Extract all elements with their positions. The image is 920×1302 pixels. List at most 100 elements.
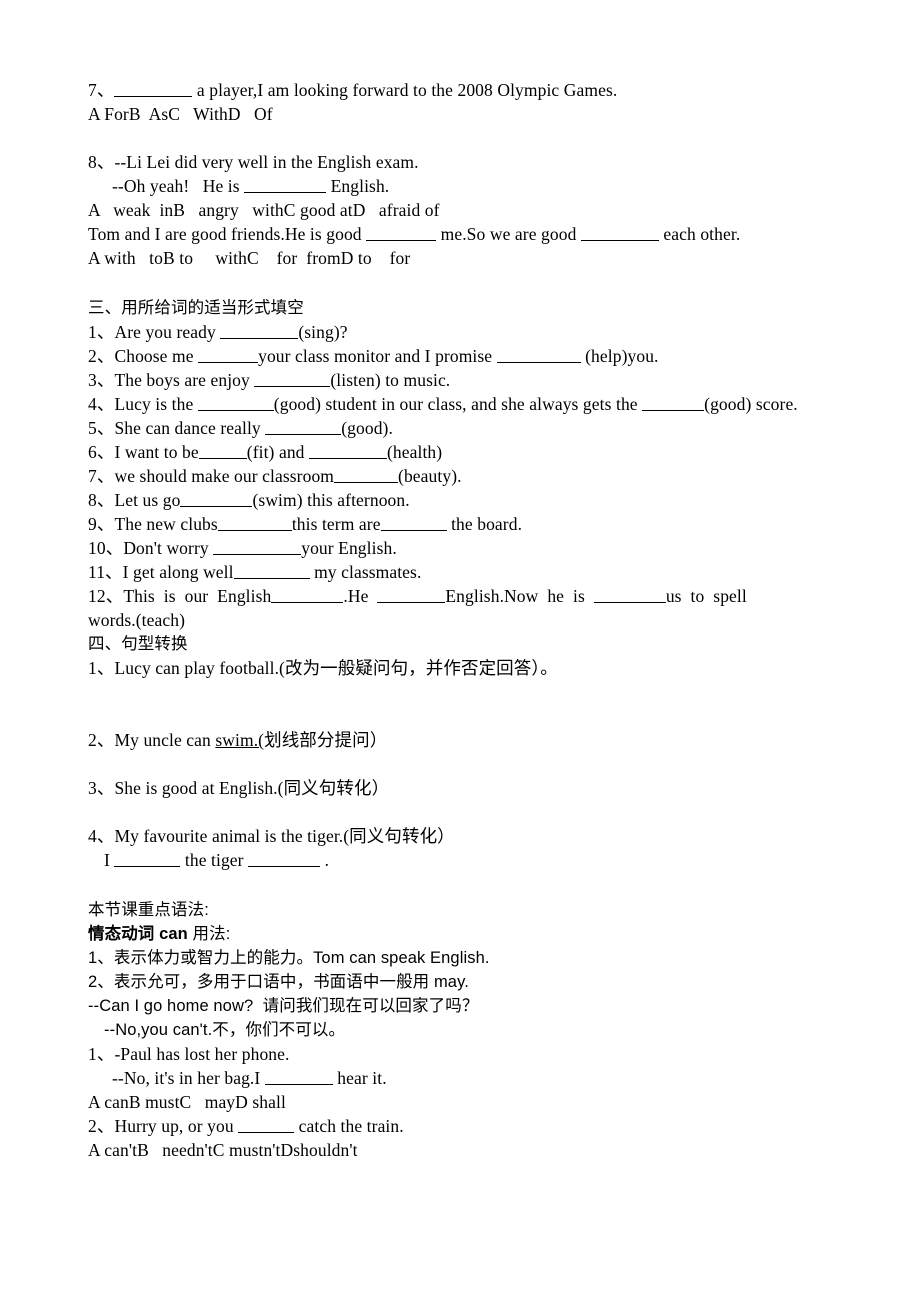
option-a[interactable]: A For <box>88 104 129 124</box>
spacer-answer-space <box>88 800 840 824</box>
answer-blank[interactable] <box>220 322 299 339</box>
item-text-3: the board. <box>446 514 523 534</box>
question-8-text1: --Li Lei did very well in the English ex… <box>114 152 419 172</box>
option-c[interactable]: C may <box>180 1092 236 1112</box>
answer-blank[interactable] <box>180 490 253 507</box>
question-9-options: A with toB to withC for fromD to for <box>88 246 840 270</box>
item-text: Lucy can play football.(改为一般疑问句，并作否定回答）。 <box>114 658 558 678</box>
item-number: 4、 <box>88 826 115 846</box>
answer-blank[interactable] <box>238 1116 295 1133</box>
answer-prefix: I <box>104 850 115 870</box>
item-text: I want to be <box>114 442 199 462</box>
answer-blank[interactable] <box>233 562 310 579</box>
answer-blank[interactable] <box>265 418 342 435</box>
question-7-blank[interactable] <box>114 80 193 97</box>
item-text-3: (good) score. <box>704 394 798 414</box>
answer-blank-2[interactable] <box>496 346 581 363</box>
s4-item-3: 3、She is good at English.(同义句转化） <box>88 776 840 800</box>
option-b[interactable]: B As <box>129 104 168 124</box>
answer-blank-1[interactable] <box>217 514 292 531</box>
option-d[interactable]: D to for <box>341 248 411 268</box>
item-text-post: 划线部分提问） <box>264 730 388 750</box>
question-9-blank-1[interactable] <box>366 224 437 241</box>
question-8-options: A weak inB angry withC good atD afraid o… <box>88 198 840 222</box>
option-b[interactable]: B to with <box>163 248 247 268</box>
option-b[interactable]: B angry with <box>173 200 283 220</box>
answer-suffix: . <box>320 850 330 870</box>
item-text: The new clubs <box>114 514 218 534</box>
grammar-point-1: 1、表示体力或智力上的能力。Tom can speak English. <box>88 949 490 967</box>
item-number: 9、 <box>88 514 115 534</box>
answer-blank[interactable] <box>213 538 302 555</box>
answer-blank[interactable] <box>264 1068 333 1085</box>
answer-blank-1[interactable] <box>198 442 247 459</box>
item-text-2: (good) student in our class, and she alw… <box>273 394 643 414</box>
item-text: we should make our classroom <box>114 466 335 486</box>
question-8-text2a: --Oh yeah! He is <box>112 176 245 196</box>
question-9-text3: each other. <box>658 224 741 244</box>
grammar-point-2: 2、表示允可，多用于口语中，书面语中一般用 may. <box>88 973 469 991</box>
item-text-2: (fit) and <box>246 442 309 462</box>
section-four-heading: 四、句型转换 <box>88 635 188 653</box>
option-c[interactable]: C With <box>168 104 228 124</box>
answer-blank-1[interactable] <box>114 850 181 867</box>
item-text: Choose me <box>114 346 199 366</box>
item-number: 3、 <box>88 370 115 390</box>
item-number: 11、 <box>88 562 123 582</box>
spacer-answer-space <box>88 752 840 776</box>
answer-blank-3[interactable] <box>593 586 666 603</box>
answer-blank-1[interactable] <box>271 586 344 603</box>
option-c[interactable]: C mustn't <box>213 1140 281 1160</box>
option-b[interactable]: B needn't <box>137 1140 213 1160</box>
question-9-text2: me.So we are good <box>436 224 581 244</box>
option-a[interactable]: A with to <box>88 248 163 268</box>
item-number: 10、 <box>88 538 124 558</box>
s3-item-2: 2、Choose me your class monitor and I pro… <box>88 344 840 368</box>
option-b[interactable]: B must <box>129 1092 180 1112</box>
item-text-pre: Hurry up, or you <box>114 1116 239 1136</box>
answer-blank-2[interactable] <box>248 850 321 867</box>
option-d[interactable]: D Of <box>228 104 273 124</box>
option-c[interactable]: C for from <box>247 248 341 268</box>
s4-item-1: 1、Lucy can play football.(改为一般疑问句，并作否定回答… <box>88 656 840 680</box>
item-text-3: (help)you. <box>580 346 659 366</box>
answer-blank-1[interactable] <box>197 394 274 411</box>
option-d[interactable]: D shall <box>235 1092 286 1112</box>
answer-blank-1[interactable] <box>198 346 259 363</box>
option-c[interactable]: C good at <box>284 200 353 220</box>
item-text: The boys are enjoy <box>114 370 255 390</box>
answer-blank[interactable] <box>254 370 331 387</box>
question-8-text2b: English. <box>326 176 390 196</box>
answer-middle: the tiger <box>180 850 249 870</box>
item-number: 3、 <box>88 778 115 798</box>
item-text: Are you ready <box>114 322 221 342</box>
item-text: -Paul has lost her phone. <box>114 1044 290 1064</box>
option-d[interactable]: Dshouldn't <box>281 1140 358 1160</box>
answer-blank-2[interactable] <box>642 394 705 411</box>
question-8-blank[interactable] <box>244 176 327 193</box>
option-d[interactable]: D afraid of <box>353 200 440 220</box>
answer-blank[interactable] <box>334 466 399 483</box>
worksheet-page: 7、 a player,I am looking forward to the … <box>0 0 920 1302</box>
item-text-2: (listen) to music. <box>330 370 451 390</box>
item-number: 2、 <box>88 1116 115 1136</box>
item-text-2: your English. <box>301 538 397 558</box>
grammar-example-answer: --No,you can't.不，你们不可以。 <box>104 1021 346 1039</box>
item-text: My favourite animal is the tiger.(同义句转化） <box>114 826 455 846</box>
option-a[interactable]: A can't <box>88 1140 137 1160</box>
item-text-2: (beauty). <box>398 466 462 486</box>
question-9-blank-2[interactable] <box>580 224 659 241</box>
option-a[interactable]: A can <box>88 1092 129 1112</box>
item-number: 2、 <box>88 730 115 750</box>
item-number: 6、 <box>88 442 115 462</box>
option-a[interactable]: A weak in <box>88 200 173 220</box>
grammar-practice-1-line1: 1、-Paul has lost her phone. <box>88 1042 840 1066</box>
grammar-example-question: --Can I go home now? 请问我们现在可以回家了吗？ <box>88 997 479 1015</box>
grammar-practice-1-line2: --No, it's in her bag.I hear it. <box>88 1066 840 1090</box>
answer-blank-2[interactable] <box>377 586 446 603</box>
answer-blank-2[interactable] <box>380 514 447 531</box>
s3-item-11: 11、I get along well my classmates. <box>88 560 840 584</box>
s3-item-3: 3、The boys are enjoy (listen) to music. <box>88 368 840 392</box>
answer-blank-2[interactable] <box>309 442 387 459</box>
